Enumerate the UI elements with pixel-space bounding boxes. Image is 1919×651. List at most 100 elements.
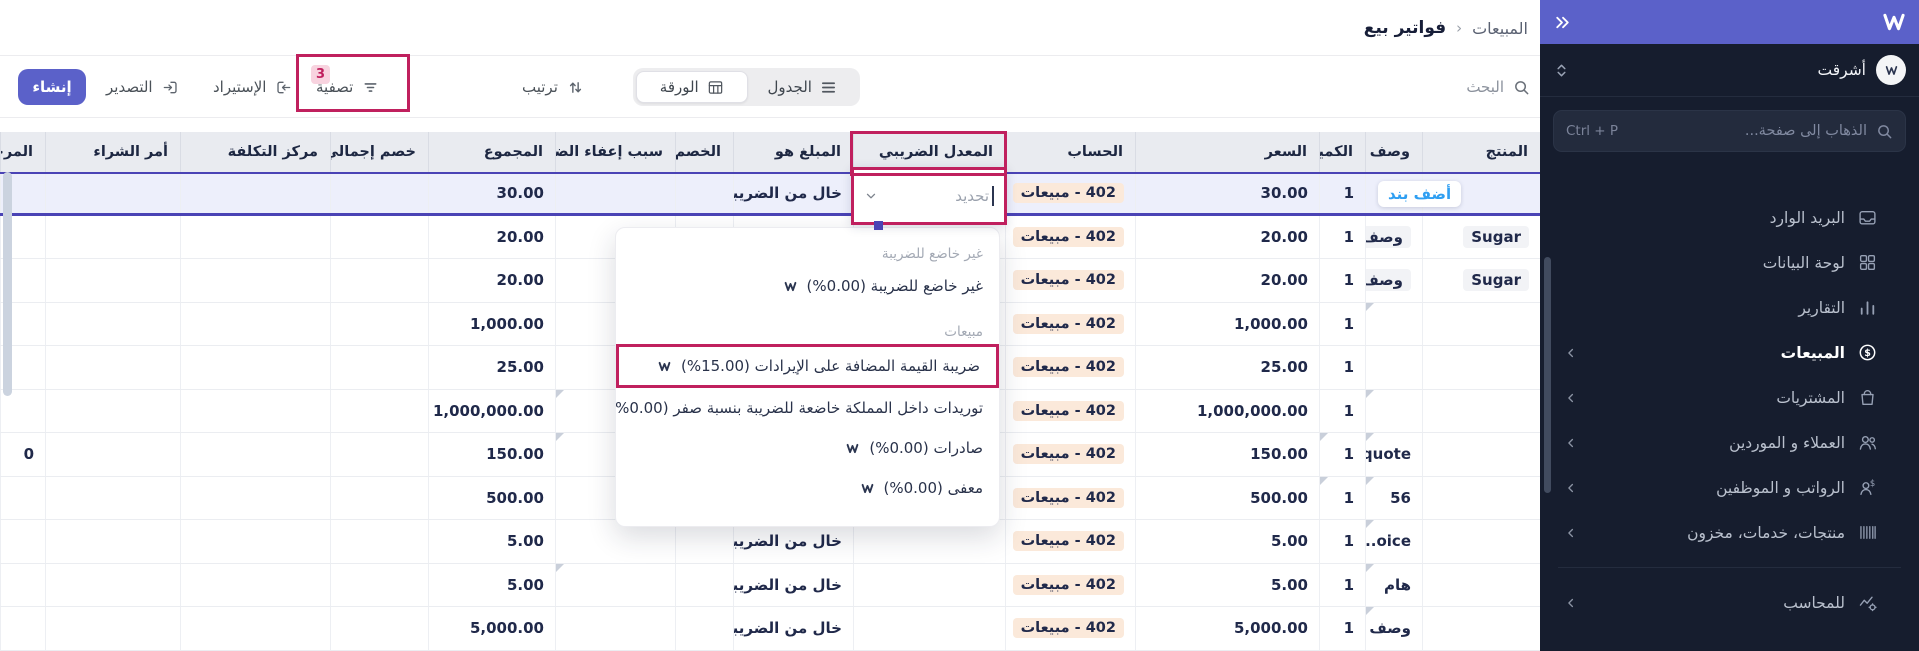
cell-product[interactable] (1422, 433, 1540, 476)
cell-desc[interactable] (1365, 346, 1422, 389)
cell-cost_center[interactable] (180, 433, 330, 476)
cell-cost_center[interactable] (180, 607, 330, 650)
cell-ref[interactable] (0, 564, 45, 607)
cell-account[interactable]: 402 - مبيعات (1005, 303, 1135, 346)
tax-rate-cell-editor[interactable]: تحديد (851, 167, 1007, 225)
cell-total[interactable]: 25.00 (428, 346, 555, 389)
cell-ref[interactable] (0, 607, 45, 650)
cell-total_discount[interactable] (330, 216, 428, 259)
view-toggle-sheet[interactable]: الورقة (636, 71, 748, 103)
cell-product[interactable] (1422, 390, 1540, 433)
workspace-switcher-icon[interactable] (1553, 62, 1570, 79)
view-toggle-table[interactable]: الجدول (748, 71, 858, 103)
column-header-desc[interactable]: وصف البند (1365, 132, 1422, 172)
dropdown-option[interactable]: معفى (0.00%) (616, 468, 999, 508)
cell-cost_center[interactable] (180, 390, 330, 433)
cell-total[interactable]: 500.00 (428, 477, 555, 520)
cell-account[interactable]: 402 - مبيعات (1005, 433, 1135, 476)
cell-price[interactable]: 5,000.00 (1135, 607, 1319, 650)
go-to-page-search[interactable]: الذهاب إلى صفحة... Ctrl + P (1553, 110, 1906, 152)
cell-total_discount[interactable] (330, 174, 428, 213)
cell-desc[interactable] (1365, 390, 1422, 433)
column-header-account[interactable]: الحساب (1005, 132, 1135, 172)
cell-price[interactable]: 5.00 (1135, 564, 1319, 607)
cell-cost_center[interactable] (180, 477, 330, 520)
cell-account[interactable]: 402 - مبيعات (1005, 477, 1135, 520)
cell-exemption[interactable] (555, 564, 675, 607)
cell-tax_rate[interactable] (853, 607, 1005, 650)
cell-purchase_order[interactable] (45, 346, 180, 389)
cell-cost_center[interactable] (180, 564, 330, 607)
cell-total[interactable]: 5,000.00 (428, 607, 555, 650)
sidebar-item-reports[interactable]: التقارير (1540, 285, 1919, 330)
sidebar-item-sales[interactable]: $المبيعات (1540, 330, 1919, 375)
export-button[interactable]: التصدير (106, 56, 179, 118)
cell-purchase_order[interactable] (45, 303, 180, 346)
cell-discount[interactable] (675, 607, 733, 650)
column-header-purchase_order[interactable]: أمر الشراء (45, 132, 180, 172)
cell-total[interactable]: 150.00 (428, 433, 555, 476)
cell-amount_is[interactable]: خال من الضريبة (733, 607, 853, 650)
cell-total[interactable]: 1,000.00 (428, 303, 555, 346)
cell-account[interactable]: 402 - مبيعات (1005, 259, 1135, 302)
add-item-button[interactable]: أضف بند (1378, 181, 1461, 207)
sidebar-scrollbar[interactable] (1544, 257, 1551, 493)
cell-product[interactable] (1422, 607, 1540, 650)
cell-total_discount[interactable] (330, 346, 428, 389)
sidebar-item-payroll[interactable]: $الرواتب و الموظفين (1540, 465, 1919, 510)
cell-qty[interactable]: 1 (1319, 346, 1365, 389)
selection-fill-handle[interactable] (874, 221, 883, 230)
cell-product[interactable] (1422, 346, 1540, 389)
cell-desc[interactable]: quote (1365, 433, 1422, 476)
cell-qty[interactable]: 1 (1319, 303, 1365, 346)
cell-desc[interactable]: وصف (1365, 607, 1422, 650)
cell-total[interactable]: 20.00 (428, 259, 555, 302)
cell-total_discount[interactable] (330, 390, 428, 433)
cell-account[interactable]: 402 - مبيعات (1005, 607, 1135, 650)
cell-desc[interactable] (1365, 303, 1422, 346)
sidebar-item-inbox[interactable]: البريد الوارد (1540, 195, 1919, 240)
cell-exemption[interactable] (555, 174, 675, 213)
cell-qty[interactable]: 1 (1319, 520, 1365, 563)
cell-qty[interactable]: 1 (1319, 433, 1365, 476)
cell-price[interactable]: 500.00 (1135, 477, 1319, 520)
cell-purchase_order[interactable] (45, 390, 180, 433)
cell-total_discount[interactable] (330, 433, 428, 476)
cell-account[interactable]: 402 - مبيعات (1005, 346, 1135, 389)
cell-qty[interactable]: 1 (1319, 216, 1365, 259)
sort-button[interactable]: ترتيب (522, 56, 584, 118)
cell-cost_center[interactable] (180, 303, 330, 346)
sidebar-item-accountant[interactable]: للمحاسب (1540, 580, 1919, 625)
cell-account[interactable]: 402 - مبيعات (1005, 520, 1135, 563)
cell-cost_center[interactable] (180, 520, 330, 563)
cell-qty[interactable]: 1 (1319, 477, 1365, 520)
cell-price[interactable]: 1,000,000.00 (1135, 390, 1319, 433)
filter-button[interactable]: تصفية (316, 56, 379, 118)
cell-exemption[interactable] (555, 607, 675, 650)
cell-total_discount[interactable] (330, 303, 428, 346)
column-header-discount[interactable]: الخصم (675, 132, 733, 172)
cell-price[interactable]: 1,000.00 (1135, 303, 1319, 346)
cell-total_discount[interactable] (330, 607, 428, 650)
cell-cost_center[interactable] (180, 346, 330, 389)
cell-total_discount[interactable] (330, 564, 428, 607)
cell-purchase_order[interactable] (45, 216, 180, 259)
cell-qty[interactable]: 1 (1319, 607, 1365, 650)
cell-discount[interactable] (675, 174, 733, 213)
column-header-total[interactable]: المجموع (428, 132, 555, 172)
cell-cost_center[interactable] (180, 174, 330, 213)
column-header-qty[interactable]: الكمية (1319, 132, 1365, 172)
column-header-amount_is[interactable]: المبلغ هو (733, 132, 853, 172)
cell-qty[interactable]: 1 (1319, 259, 1365, 302)
dropdown-option[interactable]: صادرات (0.00%) (616, 428, 999, 468)
breadcrumb-parent-link[interactable]: المبيعات (1472, 19, 1528, 38)
cell-qty[interactable]: 1 (1319, 174, 1365, 213)
column-header-exemption[interactable]: سبب إعفاء الضريبة (555, 132, 675, 172)
cell-total[interactable]: 5.00 (428, 564, 555, 607)
cell-qty[interactable]: 1 (1319, 564, 1365, 607)
cell-desc[interactable]: وصف (1365, 216, 1422, 259)
cell-product[interactable] (1422, 477, 1540, 520)
cell-total[interactable]: 30.00 (428, 174, 555, 213)
cell-desc[interactable]: 56 (1365, 477, 1422, 520)
cell-price[interactable]: 5.00 (1135, 520, 1319, 563)
